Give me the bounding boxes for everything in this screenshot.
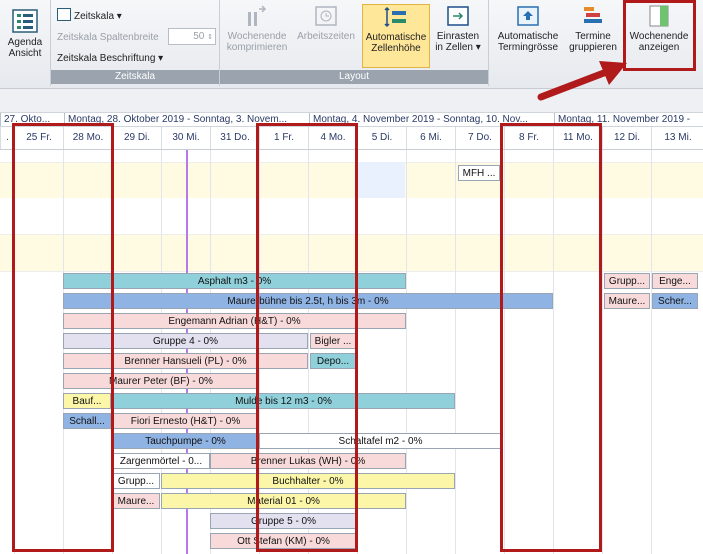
appointment-bar[interactable]: Zargenmörtel - 0... xyxy=(112,453,210,469)
highlight-box xyxy=(256,123,358,552)
highlight-box xyxy=(500,123,602,552)
zeitskala-beschriftung-menu[interactable]: Zeitskala Beschriftung ▾ xyxy=(57,53,163,64)
wochenende-komprimieren-label-1: Wochenende xyxy=(227,31,287,42)
highlight-box xyxy=(12,123,114,552)
appointment-bar[interactable]: Fiori Ernesto (H&T) - 0% xyxy=(112,413,259,429)
layout-group-label: Layout xyxy=(220,70,488,84)
agenda-group: Agenda Ansicht xyxy=(0,0,51,86)
day-header-cell[interactable]: 7 Do. xyxy=(455,127,504,149)
beschriftung-label: Zeitskala Beschriftung xyxy=(57,53,156,64)
wochenende-komprimieren-button[interactable]: Wochenende komprimieren xyxy=(224,4,290,66)
termine-gruppieren-label-1: Termine xyxy=(575,31,611,42)
spaltenbreite-label: Zeitskala Spaltenbreite xyxy=(57,32,159,43)
chevron-down-icon: ▾ xyxy=(475,42,481,53)
day-header-cell[interactable]: 31 Do. xyxy=(210,127,259,149)
automatische-zellenhoehe-button[interactable]: Automatische Zellenhöhe xyxy=(362,4,430,68)
einrasten-label-2: in Zellen xyxy=(435,42,473,53)
arrow-icon xyxy=(537,61,627,101)
agenda-label-1: Agenda xyxy=(7,37,43,48)
day-header-cell[interactable]: 13 Mi. xyxy=(651,127,703,149)
zeitskala-menu[interactable]: Zeitskala ▾ xyxy=(57,8,122,22)
appointment-bar[interactable]: MFH ... xyxy=(458,165,500,181)
auto-cell-height-icon xyxy=(383,5,409,29)
agenda-label-2: Ansicht xyxy=(8,48,42,59)
appointment-bar[interactable]: Grupp... xyxy=(112,473,160,489)
group-appointments-icon xyxy=(580,4,606,28)
layout-group: Wochenende komprimieren Arbeitszeiten Au… xyxy=(220,0,489,86)
auto-appointment-size-icon xyxy=(515,4,541,28)
appointment-bar[interactable]: Tauchpumpe - 0% xyxy=(112,433,259,449)
zeitskala-group: Zeitskala ▾ Zeitskala Spaltenbreite 50 ⇕… xyxy=(51,0,220,86)
grid-line xyxy=(651,150,652,554)
day-header-cell[interactable]: 6 Mi. xyxy=(406,127,455,149)
automatische-zellenhoehe-label-2: Zellenhöhe xyxy=(371,43,421,54)
einrasten-label-1: Einrasten xyxy=(436,31,480,42)
agenda-ansicht-button[interactable]: Agenda Ansicht xyxy=(2,8,48,68)
grid-line xyxy=(455,150,456,554)
termine-gruppieren-label-2: gruppieren xyxy=(569,42,617,53)
chevron-down-icon: ▾ xyxy=(116,11,122,22)
grid-line xyxy=(602,150,603,554)
zeitskala-group-label: Zeitskala xyxy=(51,70,219,84)
selected-cell[interactable] xyxy=(357,162,405,198)
arbeitszeiten-button[interactable]: Arbeitszeiten xyxy=(292,4,360,66)
zeitskala-menu-label: Zeitskala xyxy=(74,11,115,22)
chevron-down-icon: ▾ xyxy=(158,53,164,64)
einrasten-label-2-wrap: in Zellen ▾ xyxy=(430,42,486,53)
grid-line xyxy=(406,150,407,554)
automatische-zellenhoehe-label-1: Automatische xyxy=(365,32,427,43)
automatische-termingroesse-label-2: Termingrösse xyxy=(497,42,559,53)
day-header-cell[interactable]: 30 Mi. xyxy=(161,127,210,149)
calendar-icon xyxy=(57,8,71,21)
spaltenbreite-value: 50 xyxy=(193,31,205,42)
spaltenbreite-stepper[interactable]: 50 ⇕ xyxy=(168,28,216,45)
compress-weekend-icon xyxy=(244,4,270,28)
automatische-termingroesse-label-1: Automatische xyxy=(497,31,559,42)
appointment-bar[interactable]: Maure... xyxy=(112,493,160,509)
einrasten-in-zellen-button[interactable]: Einrasten in Zellen ▾ xyxy=(430,4,486,66)
appointment-bar[interactable]: Grupp... xyxy=(604,273,650,289)
appointment-bar[interactable]: Scher... xyxy=(652,293,698,309)
agenda-icon xyxy=(11,8,39,34)
spinner-arrows-icon: ⇕ xyxy=(207,34,213,41)
day-header-cell[interactable]: 12 Di. xyxy=(602,127,651,149)
clock-icon xyxy=(313,4,339,28)
snap-to-cells-icon xyxy=(445,4,471,28)
wochenende-komprimieren-label-2: komprimieren xyxy=(226,42,288,53)
day-header-cell[interactable]: 29 Di. xyxy=(112,127,161,149)
arbeitszeiten-label: Arbeitszeiten xyxy=(297,31,355,42)
appointment-bar[interactable]: Maure... xyxy=(604,293,650,309)
appointment-bar[interactable]: Enge... xyxy=(652,273,698,289)
day-header-cell[interactable]: 5 Di. xyxy=(357,127,406,149)
